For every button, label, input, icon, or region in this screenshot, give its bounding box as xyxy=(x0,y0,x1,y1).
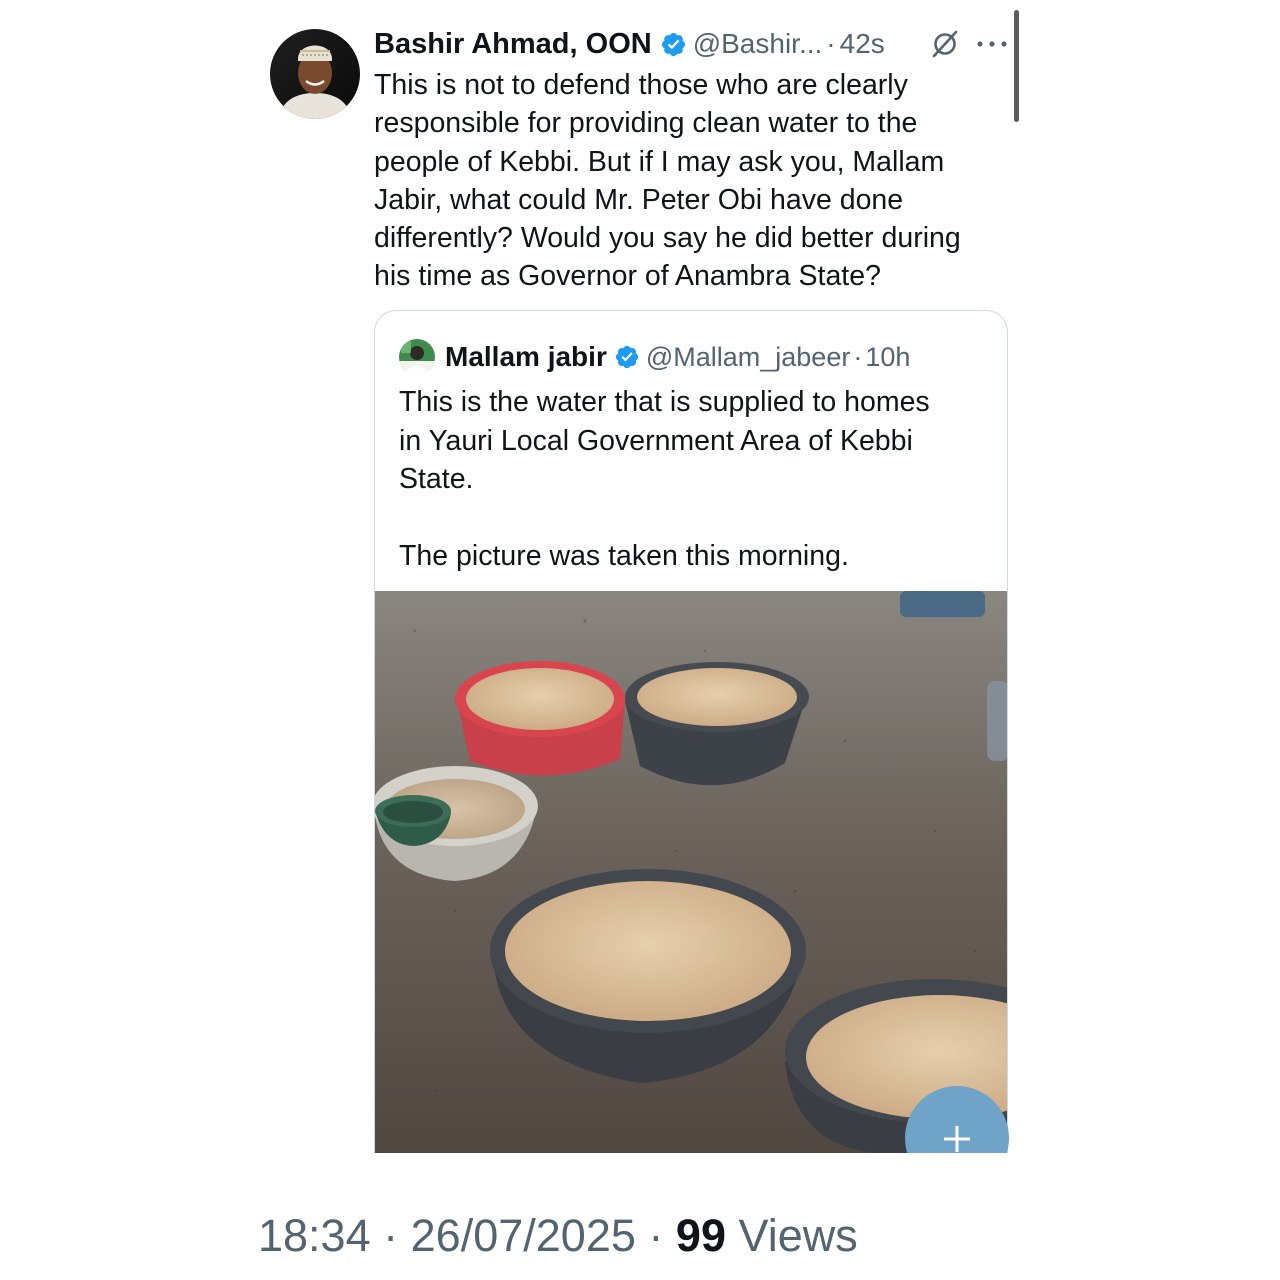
quoted-tweet-text: This is the water that is supplied to ho… xyxy=(399,383,989,576)
quoted-header-separator: · xyxy=(853,341,863,372)
meta-separator: · xyxy=(648,1210,664,1261)
quoted-tweet-photo[interactable] xyxy=(375,591,1008,1153)
quoted-author-name[interactable]: Mallam jabir xyxy=(445,341,607,373)
tweet-text-line: Jabir, what could Mr. Peter Obi have don… xyxy=(374,183,904,216)
tweet-text-line: responsible for providing clean water to… xyxy=(374,107,918,140)
header-separator: · xyxy=(826,28,836,59)
meta-separator: · xyxy=(383,1210,399,1261)
verified-badge-icon xyxy=(615,345,638,369)
quoted-author-avatar[interactable] xyxy=(399,339,435,375)
tweet-text: This is not to defend those who are clea… xyxy=(374,66,1014,296)
tweet-header: Bashir Ahmad, OON @Bashir... · 42s xyxy=(374,26,885,62)
quoted-text-line: The picture was taken this morning. xyxy=(399,540,849,572)
quoted-author-handle[interactable]: @Mallam_jabeer xyxy=(646,342,851,373)
tweet-meta: 18:34 · 26/07/2025 · 99 Views xyxy=(258,1210,858,1262)
post-time: 18:34 xyxy=(258,1210,371,1261)
tweet-text-line: differently? Would you say he did better… xyxy=(374,222,961,255)
post-date: 26/07/2025 xyxy=(410,1210,636,1261)
views-label[interactable]: Views xyxy=(739,1210,858,1261)
tweet-text-line: his time as Governor of Anambra State? xyxy=(374,260,881,293)
quoted-tweet-time[interactable]: 10h xyxy=(865,342,910,373)
author-avatar[interactable] xyxy=(270,29,360,119)
grok-icon[interactable] xyxy=(930,29,960,59)
author-handle[interactable]: @Bashir... xyxy=(693,28,823,60)
author-name[interactable]: Bashir Ahmad, OON xyxy=(374,28,652,61)
tweet-text-line: This is not to defend those who are clea… xyxy=(374,69,908,101)
more-options-icon[interactable] xyxy=(976,40,1008,48)
quoted-text-line: in Yauri Local Government Area of Kebbi xyxy=(399,424,913,457)
quoted-text-line: State. xyxy=(399,463,474,495)
tweet-text-line: people of Kebbi. But if I may ask you, M… xyxy=(374,145,945,178)
compose-button[interactable] xyxy=(905,1086,1009,1153)
scrollbar[interactable] xyxy=(1014,10,1019,122)
views-count[interactable]: 99 xyxy=(676,1210,726,1261)
quoted-text-line: This is the water that is supplied to ho… xyxy=(399,386,930,418)
quoted-tweet-card[interactable]: Mallam jabir @Mallam_jabeer · 10h This i… xyxy=(374,310,1008,1153)
quoted-tweet-header: Mallam jabir @Mallam_jabeer · 10h xyxy=(399,339,910,375)
tweet-time[interactable]: 42s xyxy=(840,28,885,60)
verified-badge-icon xyxy=(661,32,685,56)
